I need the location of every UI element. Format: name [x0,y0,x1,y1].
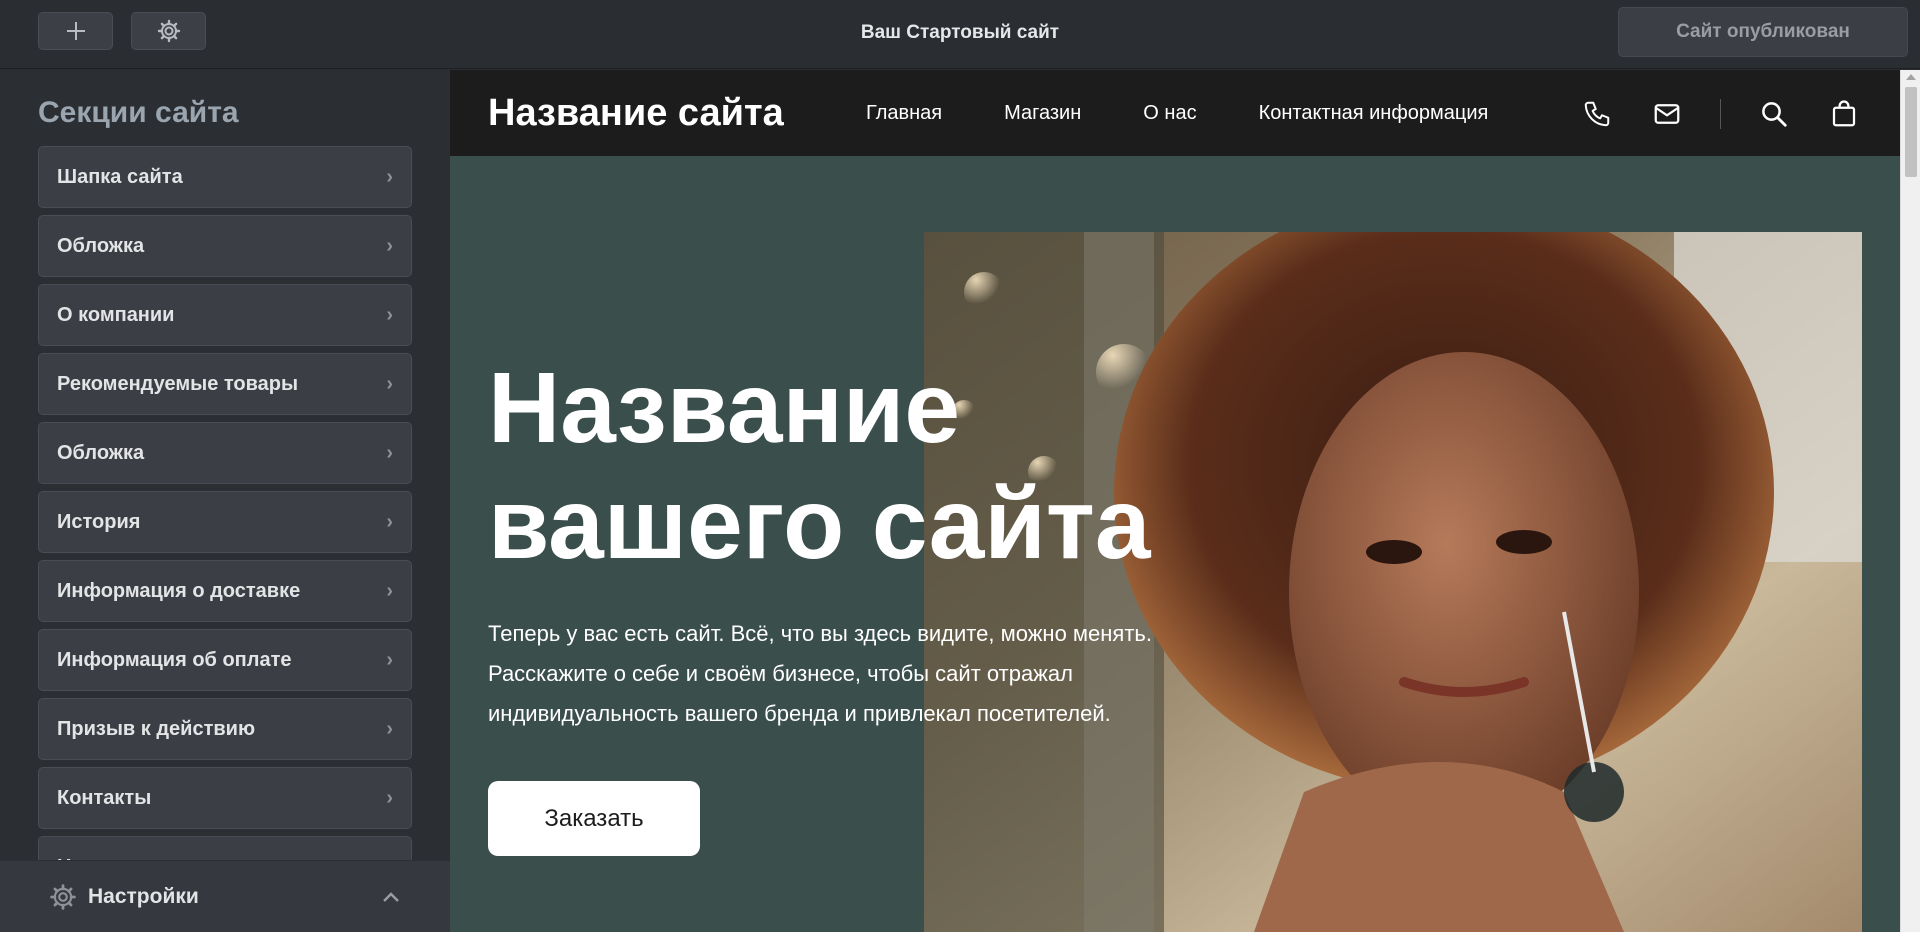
section-label: Контакты [57,786,152,809]
section-item-cover[interactable]: Обложка › [38,215,412,277]
chevron-right-icon: › [386,372,393,395]
nav-link-about[interactable]: О нас [1143,102,1196,125]
section-item-featured-products[interactable]: Рекомендуемые товары › [38,353,412,415]
hero-description: Теперь у вас есть сайт. Всё, что вы здес… [488,621,1152,726]
nav-link-contacts[interactable]: Контактная информация [1259,102,1489,125]
header-divider [1720,99,1721,129]
hero-title-line-2: вашего сайта [488,468,1151,580]
bag-icon[interactable] [1827,97,1861,131]
section-label: Информация о доставке [57,579,301,602]
sections-sidebar: Секции сайта Шапка сайта › Обложка › О ком… [0,70,450,932]
header-icons [1580,96,1861,132]
section-item-delivery[interactable]: Информация о доставке › [38,560,412,622]
order-button[interactable]: Заказать [488,781,700,856]
search-icon[interactable] [1757,97,1791,131]
chevron-right-icon: › [386,717,393,740]
hero-title: Название вашего сайта [488,350,1150,582]
chevron-right-icon: › [386,303,393,326]
mail-icon[interactable] [1650,97,1684,131]
top-toolbar: Ваш Стартовый сайт Сайт опубликован [0,0,1920,69]
settings-panel-toggle[interactable]: Настройки [0,860,450,932]
section-item-contacts[interactable]: Контакты › [38,767,412,829]
section-label: О компании [57,303,175,326]
scroll-thumb[interactable] [1905,87,1917,177]
phone-icon[interactable] [1580,97,1614,131]
section-item-history[interactable]: История › [38,491,412,553]
hero-photo [924,232,1862,932]
section-label: Шапка сайта [57,165,183,188]
chevron-right-icon: › [386,234,393,257]
section-item-about[interactable]: О компании › [38,284,412,346]
section-label: Обложка [57,234,145,257]
nav-link-home[interactable]: Главная [866,102,942,125]
chevron-right-icon: › [386,648,393,671]
gear-icon [50,883,76,910]
sidebar-title: Секции сайта [38,96,239,129]
section-label: История [57,510,141,533]
chevron-right-icon: › [386,579,393,602]
site-header: Название сайта Главная Магазин О нас Кон… [450,70,1900,156]
site-nav: Главная Магазин О нас Контактная информа… [866,102,1550,125]
chevron-right-icon: › [386,786,393,809]
publish-status-button[interactable]: Сайт опубликован [1618,7,1908,57]
section-item-cta[interactable]: Призыв к действию › [38,698,412,760]
nav-link-shop[interactable]: Магазин [1004,102,1081,125]
chevron-right-icon: › [386,441,393,464]
hero-title-line-1: Название [488,352,961,464]
chevron-right-icon: › [386,510,393,533]
chevron-up-icon [382,891,400,903]
section-item-header[interactable]: Шапка сайта › [38,146,412,208]
site-logo-text[interactable]: Название сайта [488,92,784,135]
site-preview: Название сайта Главная Магазин О нас Кон… [450,70,1900,932]
preview-scrollbar[interactable] [1900,70,1920,932]
scroll-up-arrow-icon[interactable] [1906,74,1916,80]
section-label: Информация об оплате [57,648,292,671]
sections-list: Шапка сайта › Обложка › О компании › Рекоме… [38,146,412,905]
section-label: Рекомендуемые товары [57,372,299,395]
section-label: Призыв к действию [57,717,256,740]
section-item-cover-2[interactable]: Обложка › [38,422,412,484]
settings-label: Настройки [88,884,199,908]
section-label: Обложка [57,441,145,464]
chevron-right-icon: › [386,165,393,188]
section-item-payment[interactable]: Информация об оплате › [38,629,412,691]
